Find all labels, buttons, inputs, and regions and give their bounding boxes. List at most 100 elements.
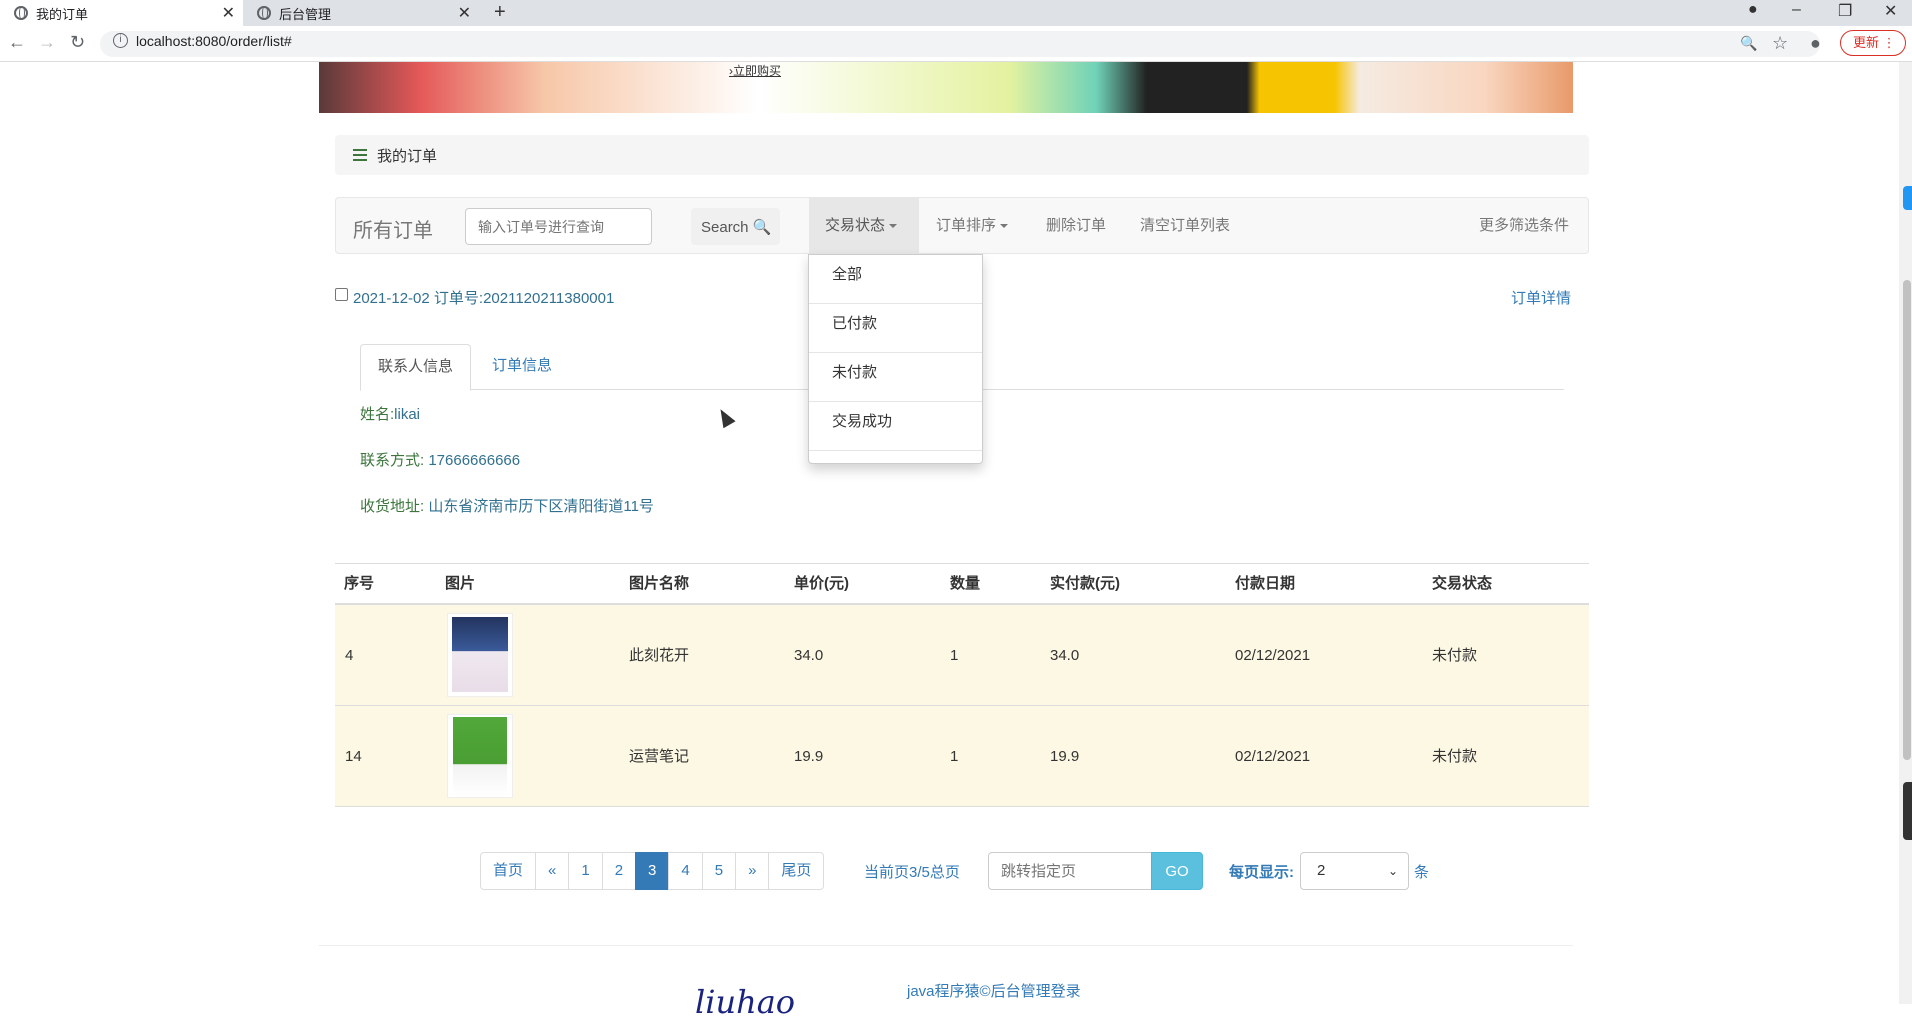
status-option-unpaid[interactable]: 未付款: [809, 353, 982, 402]
column-header: 交易状态: [1432, 575, 1493, 592]
book-cover-image[interactable]: [447, 613, 513, 697]
globe-icon: [257, 6, 271, 20]
order-search-input[interactable]: [465, 208, 652, 245]
page-2[interactable]: 2: [601, 852, 637, 890]
sort-label: 订单排序: [936, 217, 997, 234]
phone-label: 联系方式:: [360, 452, 429, 469]
column-header: 图片: [445, 575, 476, 592]
row-status: 未付款: [1432, 647, 1478, 664]
browser-chrome: 我的订单 ✕ 后台管理 ✕ + ● – ❐ ✕ ← → ↻ i localhos…: [0, 0, 1912, 62]
row-paid: 19.9: [1050, 748, 1080, 765]
globe-icon: [14, 6, 28, 20]
minimize-icon[interactable]: –: [1792, 1, 1801, 19]
close-window-icon[interactable]: ✕: [1884, 1, 1897, 21]
search-label: Search: [701, 218, 749, 236]
status-option-all[interactable]: 全部: [809, 255, 982, 304]
tab-contact-info[interactable]: 联系人信息: [360, 344, 472, 391]
clear-orders-link[interactable]: 清空订单列表: [1140, 198, 1230, 253]
search-button[interactable]: Search 🔍: [691, 208, 780, 245]
url-text[interactable]: localhost:8080/order/list#: [136, 33, 292, 49]
contact-address: 收货地址: 山东省济南市历下区清阳街道11号: [360, 495, 654, 516]
zoom-icon[interactable]: 🔍: [1740, 35, 1757, 52]
status-dropdown-toggle[interactable]: 交易状态: [809, 198, 919, 253]
table-row: 14 运营笔记 19.9 1 19.9 02/12/2021 未付款: [335, 706, 1589, 807]
address-label: 收货地址:: [360, 498, 429, 515]
address-bar: ← → ↻ i localhost:8080/order/list# 🔍 ☆ ●…: [0, 26, 1912, 62]
delete-order-link[interactable]: 删除订单: [1046, 198, 1106, 253]
per-page-unit: 条: [1414, 864, 1430, 881]
column-header: 序号: [344, 575, 375, 592]
status-label: 交易状态: [825, 217, 886, 234]
column-header: 单价(元): [794, 575, 849, 592]
name-value: likai: [394, 406, 421, 423]
info-icon[interactable]: i: [113, 33, 128, 48]
row-name: 此刻花开: [629, 647, 690, 664]
breadcrumb-label: 我的订单: [377, 147, 438, 165]
tab-title: 后台管理: [279, 6, 332, 22]
new-tab-button[interactable]: +: [494, 0, 506, 24]
status-dropdown-menu: 全部 已付款 未付款 交易成功: [808, 254, 983, 464]
row-price: 34.0: [794, 647, 824, 664]
per-page-value: 2: [1317, 862, 1326, 879]
forward-icon[interactable]: →: [38, 32, 56, 53]
breadcrumb: 我的订单: [335, 135, 1589, 175]
page-next[interactable]: »: [735, 852, 770, 890]
url-field[interactable]: [100, 31, 1820, 57]
side-widget-tab[interactable]: [1903, 186, 1912, 210]
jump-page-input[interactable]: [988, 852, 1152, 890]
row-date: 02/12/2021: [1235, 748, 1311, 765]
per-page-select[interactable]: 2 ⌄: [1300, 852, 1409, 890]
column-header: 付款日期: [1235, 575, 1296, 592]
browser-tab-orders[interactable]: 我的订单 ✕: [0, 0, 243, 26]
tab-strip: 我的订单 ✕ 后台管理 ✕ + ● – ❐ ✕: [0, 0, 1912, 26]
scrollbar-thumb[interactable]: [1903, 280, 1911, 760]
caret-down-icon: [1000, 224, 1009, 229]
order-header-text: 2021-12-02 订单号:2021120211380001: [353, 290, 615, 307]
side-widget-tab[interactable]: [1903, 782, 1912, 840]
footer-logo: liuhao: [695, 983, 796, 1021]
status-option-success[interactable]: 交易成功: [809, 402, 982, 451]
update-button[interactable]: 更新 ⋮: [1840, 30, 1906, 56]
footer-admin-link[interactable]: java程序猿©后台管理登录: [907, 980, 1081, 1001]
footer-divider: [319, 945, 1573, 946]
go-button[interactable]: GO: [1151, 852, 1203, 890]
order-checkbox[interactable]: [335, 288, 348, 301]
tab-order-info[interactable]: 订单信息: [475, 344, 569, 390]
page-info: 当前页3/5总页: [864, 864, 960, 881]
page-1[interactable]: 1: [568, 852, 603, 890]
caret-down-icon: [889, 224, 898, 229]
more-filters-link[interactable]: 更多筛选条件: [1479, 198, 1569, 253]
close-icon[interactable]: ✕: [222, 3, 235, 23]
page-4[interactable]: 4: [668, 852, 703, 890]
row-qty: 1: [950, 647, 959, 664]
column-header: 数量: [950, 575, 981, 592]
page-5[interactable]: 5: [701, 852, 737, 890]
close-icon[interactable]: ✕: [458, 3, 471, 23]
book-cover-image[interactable]: [447, 714, 513, 798]
page-prev[interactable]: «: [535, 852, 570, 890]
page-first[interactable]: 首页: [480, 852, 537, 890]
navbar-brand[interactable]: 所有订单: [353, 214, 433, 243]
sort-dropdown-toggle[interactable]: 订单排序: [936, 198, 1009, 253]
order-items-table: 序号 图片 图片名称 单价(元) 数量 实付款(元) 付款日期 交易状态 4 此…: [335, 563, 1589, 807]
back-icon[interactable]: ←: [8, 32, 26, 53]
order-detail-link[interactable]: 订单详情: [1511, 287, 1571, 308]
update-label: 更新: [1853, 35, 1880, 50]
per-page-label: 每页显示:: [1229, 864, 1294, 881]
profile-menu-icon[interactable]: ●: [1748, 1, 1758, 19]
contact-phone: 联系方式: 17666666666: [360, 449, 520, 470]
table-header: 序号 图片 图片名称 单价(元) 数量 实付款(元) 付款日期 交易状态: [335, 563, 1589, 605]
avatar[interactable]: ●: [1810, 33, 1821, 54]
page-last[interactable]: 尾页: [768, 852, 825, 890]
reload-icon[interactable]: ↻: [70, 32, 85, 53]
star-icon[interactable]: ☆: [1772, 33, 1788, 54]
restore-icon[interactable]: ❐: [1838, 1, 1852, 21]
address-value: 山东省济南市历下区清阳街道11号: [428, 498, 654, 515]
browser-tab-admin[interactable]: 后台管理 ✕: [243, 0, 479, 26]
banner-buy-link[interactable]: ›立即购买: [729, 62, 781, 79]
row-name: 运营笔记: [629, 748, 690, 765]
row-id: 14: [345, 748, 362, 765]
status-option-paid[interactable]: 已付款: [809, 304, 982, 353]
order-header: 2021-12-02 订单号:2021120211380001: [335, 287, 614, 308]
page-3-current[interactable]: 3: [635, 852, 670, 890]
